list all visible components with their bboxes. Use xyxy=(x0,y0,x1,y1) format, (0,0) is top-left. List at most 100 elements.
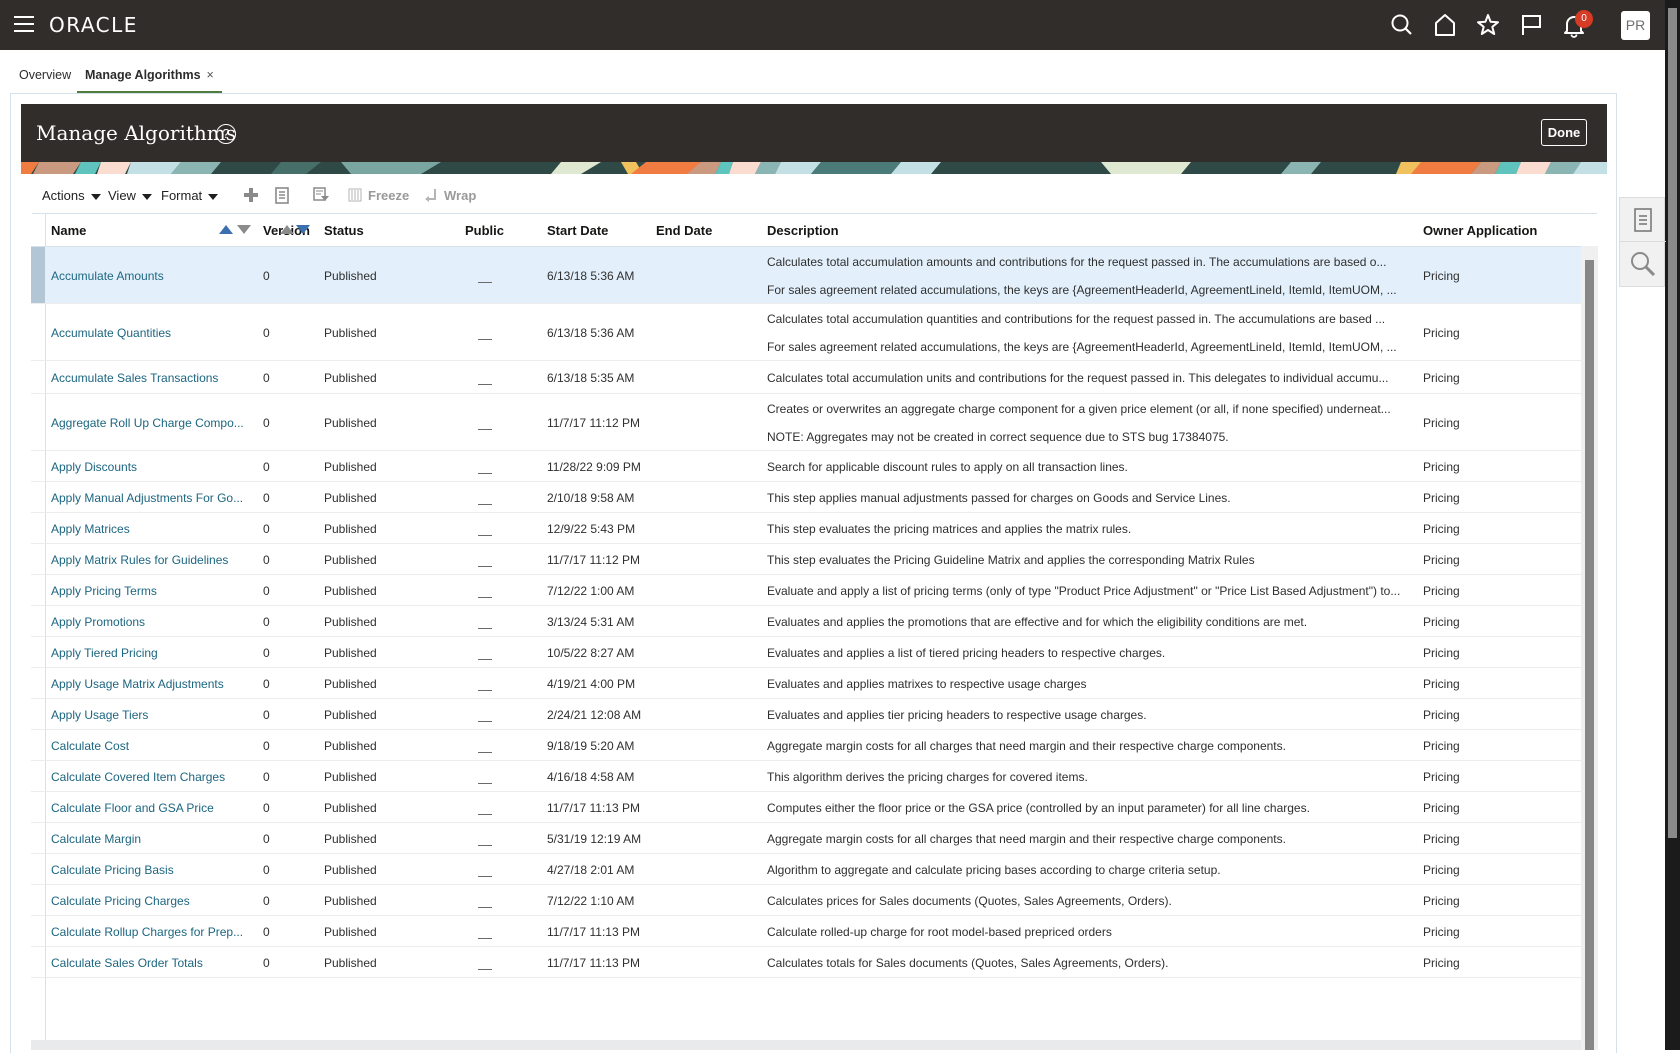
table-vertical-scrollbar[interactable] xyxy=(1581,246,1598,1050)
start-date-cell: 11/7/17 11:13 PM xyxy=(547,925,640,939)
algorithm-name-link[interactable]: Calculate Cost xyxy=(51,739,251,753)
algorithm-name-link[interactable]: Accumulate Amounts xyxy=(51,269,251,283)
user-avatar[interactable]: PR xyxy=(1621,11,1650,40)
column-header-description[interactable]: Description xyxy=(767,223,839,238)
help-icon[interactable]: ? xyxy=(216,124,236,144)
view-menu[interactable]: View xyxy=(108,188,152,203)
window-scrollbar-thumb[interactable] xyxy=(1668,8,1677,838)
public-indicator xyxy=(478,628,492,629)
algorithm-name-link[interactable]: Apply Pricing Terms xyxy=(51,584,251,598)
tab-manage-algorithms[interactable]: Manage Algorithms × xyxy=(77,68,222,94)
table-row[interactable]: Apply Promotions 0 Published 3/13/24 5:31 A… xyxy=(31,606,1581,637)
done-button[interactable]: Done xyxy=(1541,119,1587,146)
window-scrollbar[interactable] xyxy=(1665,0,1680,1050)
start-date-cell: 6/13/18 5:35 AM xyxy=(547,371,635,385)
status-cell: Published xyxy=(324,553,377,567)
table-row[interactable]: Calculate Sales Order Totals 0 Published 11… xyxy=(31,947,1581,978)
page-title: Manage Algorithms xyxy=(36,121,236,145)
algorithm-name-link[interactable]: Apply Manual Adjustments For Go... xyxy=(51,491,251,505)
table-row[interactable]: Accumulate Amounts 0 Published 6/13/18 5:36… xyxy=(31,247,1581,304)
algorithm-name-link[interactable]: Aggregate Roll Up Charge Compo... xyxy=(51,416,251,430)
flag-icon[interactable] xyxy=(1518,12,1544,38)
algorithm-name-link[interactable]: Apply Tiered Pricing xyxy=(51,646,251,660)
algorithm-name-link[interactable]: Apply Promotions xyxy=(51,615,251,629)
status-cell: Published xyxy=(324,491,377,505)
algorithm-name-link[interactable]: Accumulate Sales Transactions xyxy=(51,371,251,385)
description-cell: Aggregate margin costs for all charges t… xyxy=(767,832,1286,846)
table-row[interactable]: Calculate Covered Item Charges 0 Published… xyxy=(31,761,1581,792)
column-header-start-date[interactable]: Start Date xyxy=(547,223,608,238)
search-panel-icon[interactable] xyxy=(1620,242,1666,286)
sort-descending-icon[interactable] xyxy=(237,225,251,234)
algorithm-name-link[interactable]: Apply Matrix Rules for Guidelines xyxy=(51,553,251,567)
table-row[interactable]: Calculate Margin 0 Published 5/31/19 12:19 … xyxy=(31,823,1581,854)
algorithm-name-link[interactable]: Apply Matrices xyxy=(51,522,251,536)
public-indicator xyxy=(478,783,492,784)
table-row[interactable]: Apply Manual Adjustments For Go... 0 Publi… xyxy=(31,482,1581,513)
start-date-cell: 6/13/18 5:36 AM xyxy=(547,269,635,283)
version-cell: 0 xyxy=(263,326,270,340)
column-header-owner-application[interactable]: Owner Application xyxy=(1423,223,1537,238)
star-icon[interactable] xyxy=(1475,12,1501,38)
column-header-name[interactable]: Name xyxy=(51,223,86,238)
add-icon[interactable] xyxy=(242,186,260,204)
tab-overview[interactable]: Overview xyxy=(19,68,71,94)
version-cell: 0 xyxy=(263,269,270,283)
table-row[interactable]: Calculate Floor and GSA Price 0 Published 1… xyxy=(31,792,1581,823)
table-row[interactable]: Apply Usage Tiers 0 Published 2/24/21 12:08… xyxy=(31,699,1581,730)
owner-application-cell: Pricing xyxy=(1423,646,1460,660)
algorithm-name-link[interactable]: Calculate Rollup Charges for Prep... xyxy=(51,925,251,939)
algorithm-name-link[interactable]: Apply Usage Tiers xyxy=(51,708,251,722)
search-icon[interactable] xyxy=(1389,12,1415,38)
table-scrollbar-thumb[interactable] xyxy=(1585,260,1594,1050)
table-horizontal-scrollbar[interactable] xyxy=(31,1040,1581,1050)
algorithm-name-link[interactable]: Apply Usage Matrix Adjustments xyxy=(51,677,251,691)
table-row[interactable]: Calculate Rollup Charges for Prep... 0 Pub… xyxy=(31,916,1581,947)
table-row[interactable]: Apply Matrix Rules for Guidelines 0 Publis… xyxy=(31,544,1581,575)
table-row[interactable]: Apply Usage Matrix Adjustments 0 Published… xyxy=(31,668,1581,699)
hamburger-menu-icon[interactable] xyxy=(14,16,34,32)
document-icon[interactable] xyxy=(1620,198,1666,242)
table-row[interactable]: Accumulate Quantities 0 Published 6/13/18 5… xyxy=(31,304,1581,361)
public-indicator xyxy=(478,659,492,660)
algorithm-name-link[interactable]: Calculate Covered Item Charges xyxy=(51,770,251,784)
home-icon[interactable] xyxy=(1432,12,1458,38)
column-header-status[interactable]: Status xyxy=(324,223,364,238)
actions-menu[interactable]: Actions xyxy=(42,188,101,203)
sort-ascending-icon[interactable] xyxy=(219,225,233,234)
algorithm-name-link[interactable]: Calculate Floor and GSA Price xyxy=(51,801,251,815)
format-menu[interactable]: Format xyxy=(161,188,219,203)
algorithm-name-link[interactable]: Calculate Pricing Basis xyxy=(51,863,251,877)
table-row[interactable]: Aggregate Roll Up Charge Compo... 0 Publis… xyxy=(31,394,1581,451)
status-cell: Published xyxy=(324,416,377,430)
table-row[interactable]: Calculate Cost 0 Published 9/18/19 5:20 AM A… xyxy=(31,730,1581,761)
public-indicator xyxy=(478,876,492,877)
table-row[interactable]: Accumulate Sales Transactions 0 Published 6… xyxy=(31,361,1581,394)
start-date-cell: 2/10/18 9:58 AM xyxy=(547,491,635,505)
algorithm-name-link[interactable]: Calculate Margin xyxy=(51,832,251,846)
table-row[interactable]: Apply Pricing Terms 0 Published 7/12/22 1:0… xyxy=(31,575,1581,606)
sort-ascending-icon[interactable] xyxy=(280,225,294,234)
tab-bar: Overview Manage Algorithms × xyxy=(0,50,1620,94)
edit-icon[interactable] xyxy=(273,186,291,204)
owner-application-cell: Pricing xyxy=(1423,832,1460,846)
algorithm-name-link[interactable]: Accumulate Quantities xyxy=(51,326,251,340)
table-row[interactable]: Apply Tiered Pricing 0 Published 10/5/22 8:… xyxy=(31,637,1581,668)
public-indicator xyxy=(478,938,492,939)
column-header-end-date[interactable]: End Date xyxy=(656,223,712,238)
table-row[interactable]: Apply Discounts 0 Published 11/28/22 9:09 P… xyxy=(31,451,1581,482)
sort-descending-icon[interactable] xyxy=(296,225,310,234)
close-tab-icon[interactable]: × xyxy=(207,68,214,82)
description-cell: This step evaluates the pricing matrices… xyxy=(767,522,1132,536)
query-by-example-icon[interactable] xyxy=(312,186,330,204)
algorithm-name-link[interactable]: Apply Discounts xyxy=(51,460,251,474)
column-header-public[interactable]: Public xyxy=(465,223,504,238)
table-row[interactable]: Calculate Pricing Charges 0 Published 7/12/… xyxy=(31,885,1581,916)
algorithm-name-link[interactable]: Calculate Pricing Charges xyxy=(51,894,251,908)
algorithm-name-link[interactable]: Calculate Sales Order Totals xyxy=(51,956,251,970)
table-toolbar: Actions View Format Freeze Wrap xyxy=(32,184,1592,208)
table-row[interactable]: Apply Matrices 0 Published 12/9/22 5:43 PM T… xyxy=(31,513,1581,544)
table-row[interactable]: Calculate Pricing Basis 0 Published 4/27/18… xyxy=(31,854,1581,885)
start-date-cell: 11/7/17 11:13 PM xyxy=(547,956,640,970)
oracle-logo[interactable]: ORACLE xyxy=(49,13,138,37)
